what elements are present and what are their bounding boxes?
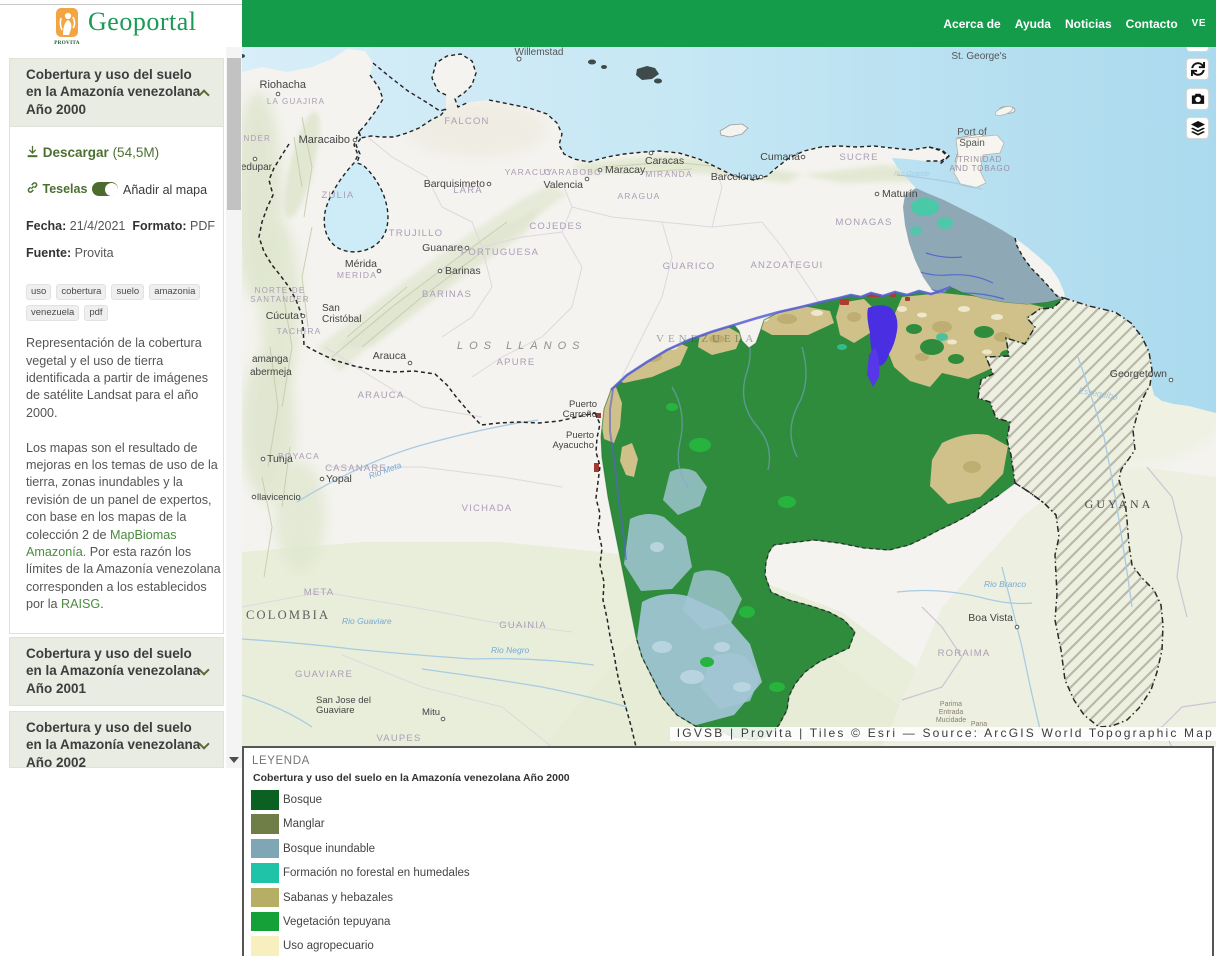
svg-text:GUAINIA: GUAINIA (499, 620, 546, 631)
svg-text:Caracas: Caracas (645, 155, 684, 167)
svg-text:BOYACA: BOYACA (278, 451, 320, 461)
svg-text:AND TOBAGO: AND TOBAGO (949, 164, 1010, 173)
svg-text:MERIDA: MERIDA (337, 270, 377, 280)
svg-text:ANDER: ANDER (242, 134, 271, 143)
svg-text:Cumaná: Cumaná (760, 151, 800, 163)
svg-text:Arauca: Arauca (373, 350, 406, 362)
svg-text:Riohacha: Riohacha (260, 79, 307, 91)
svg-text:VAUPES: VAUPES (376, 733, 421, 744)
svg-text:Ayacucho: Ayacucho (552, 440, 594, 451)
svg-text:abermeja: abermeja (250, 367, 292, 378)
svg-text:Valencia: Valencia (544, 179, 584, 191)
svg-text:COJEDES: COJEDES (529, 221, 582, 232)
svg-text:St. George's: St. George's (951, 51, 1006, 62)
svg-text:ARAUCA: ARAUCA (358, 390, 405, 401)
svg-text:GUAVIARE: GUAVIARE (295, 669, 353, 680)
svg-text:Barcelona: Barcelona (711, 171, 758, 183)
svg-text:PROVITA: PROVITA (54, 40, 80, 46)
svg-text:Maturín: Maturín (882, 188, 918, 200)
svg-text:Spain: Spain (959, 138, 985, 149)
svg-text:amanga: amanga (252, 354, 289, 365)
svg-text:ANZOATEGUI: ANZOATEGUI (750, 260, 823, 271)
svg-text:Rio Branco: Rio Branco (984, 579, 1026, 589)
svg-text:SUCRE: SUCRE (839, 152, 878, 163)
svg-text:APURE: APURE (497, 357, 536, 368)
svg-text:TRINIDAD: TRINIDAD (958, 155, 1002, 164)
svg-text:TACHIRA: TACHIRA (276, 326, 321, 336)
svg-text:Entrada: Entrada (939, 709, 964, 716)
svg-text:Rio Guaviare: Rio Guaviare (342, 616, 392, 626)
svg-text:LOS LLANOS: LOS LLANOS (457, 340, 585, 352)
svg-text:Guanare: Guanare (422, 242, 463, 254)
svg-text:SANTANDER: SANTANDER (250, 295, 310, 304)
svg-text:llavicencio: llavicencio (257, 492, 301, 503)
svg-text:META: META (304, 587, 334, 598)
svg-text:ARAGUA: ARAGUA (617, 191, 660, 201)
svg-text:Maracaibo: Maracaibo (299, 134, 350, 146)
svg-text:GUARICO: GUARICO (663, 261, 716, 272)
svg-text:VICHADA: VICHADA (462, 503, 513, 514)
svg-text:Parima: Parima (940, 701, 962, 708)
svg-text:Yopal: Yopal (326, 473, 352, 485)
svg-text:Cristóbal: Cristóbal (322, 314, 361, 325)
svg-text:Rio Grande: Rio Grande (894, 171, 930, 178)
svg-text:FALCON: FALCON (444, 116, 489, 127)
svg-text:BARINAS: BARINAS (422, 289, 472, 300)
svg-text:MIRANDA: MIRANDA (645, 169, 693, 179)
svg-text:Rio Negro: Rio Negro (491, 645, 530, 655)
svg-text:LARA: LARA (453, 185, 483, 196)
svg-text:Willemstad: Willemstad (515, 47, 564, 58)
svg-text:Mucidade: Mucidade (936, 717, 966, 724)
svg-text:Maracay: Maracay (605, 164, 646, 176)
svg-text:ZULIA: ZULIA (322, 190, 355, 201)
svg-text:LA GUAJIRA: LA GUAJIRA (267, 97, 325, 106)
svg-text:Mitu: Mitu (422, 707, 440, 718)
svg-text:alledupar: alledupar (242, 162, 273, 173)
svg-text:PORTUGUESA: PORTUGUESA (461, 247, 539, 258)
svg-text:MONAGAS: MONAGAS (836, 217, 893, 228)
svg-text:TRUJILLO: TRUJILLO (389, 228, 443, 239)
svg-text:Guaviare: Guaviare (316, 705, 355, 716)
svg-text:CARABOBO: CARABOBO (544, 167, 602, 177)
svg-text:VENEZUELA: VENEZUELA (656, 333, 757, 345)
svg-text:Barinas: Barinas (445, 265, 481, 277)
svg-text:RORAIMA: RORAIMA (938, 648, 991, 659)
svg-text:San: San (322, 303, 340, 314)
svg-text:GUYANA: GUYANA (1085, 497, 1154, 511)
svg-text:NORTE DE: NORTE DE (255, 286, 306, 295)
svg-text:Boa Vista: Boa Vista (968, 612, 1013, 624)
svg-text:Georgetown: Georgetown (1110, 368, 1167, 380)
svg-text:Cúcuta: Cúcuta (266, 310, 299, 322)
svg-text:Port of: Port of (957, 127, 987, 138)
svg-text:Carreño: Carreño (563, 409, 597, 420)
svg-text:Mérida: Mérida (345, 258, 377, 270)
svg-text:COLOMBIA: COLOMBIA (246, 608, 330, 622)
